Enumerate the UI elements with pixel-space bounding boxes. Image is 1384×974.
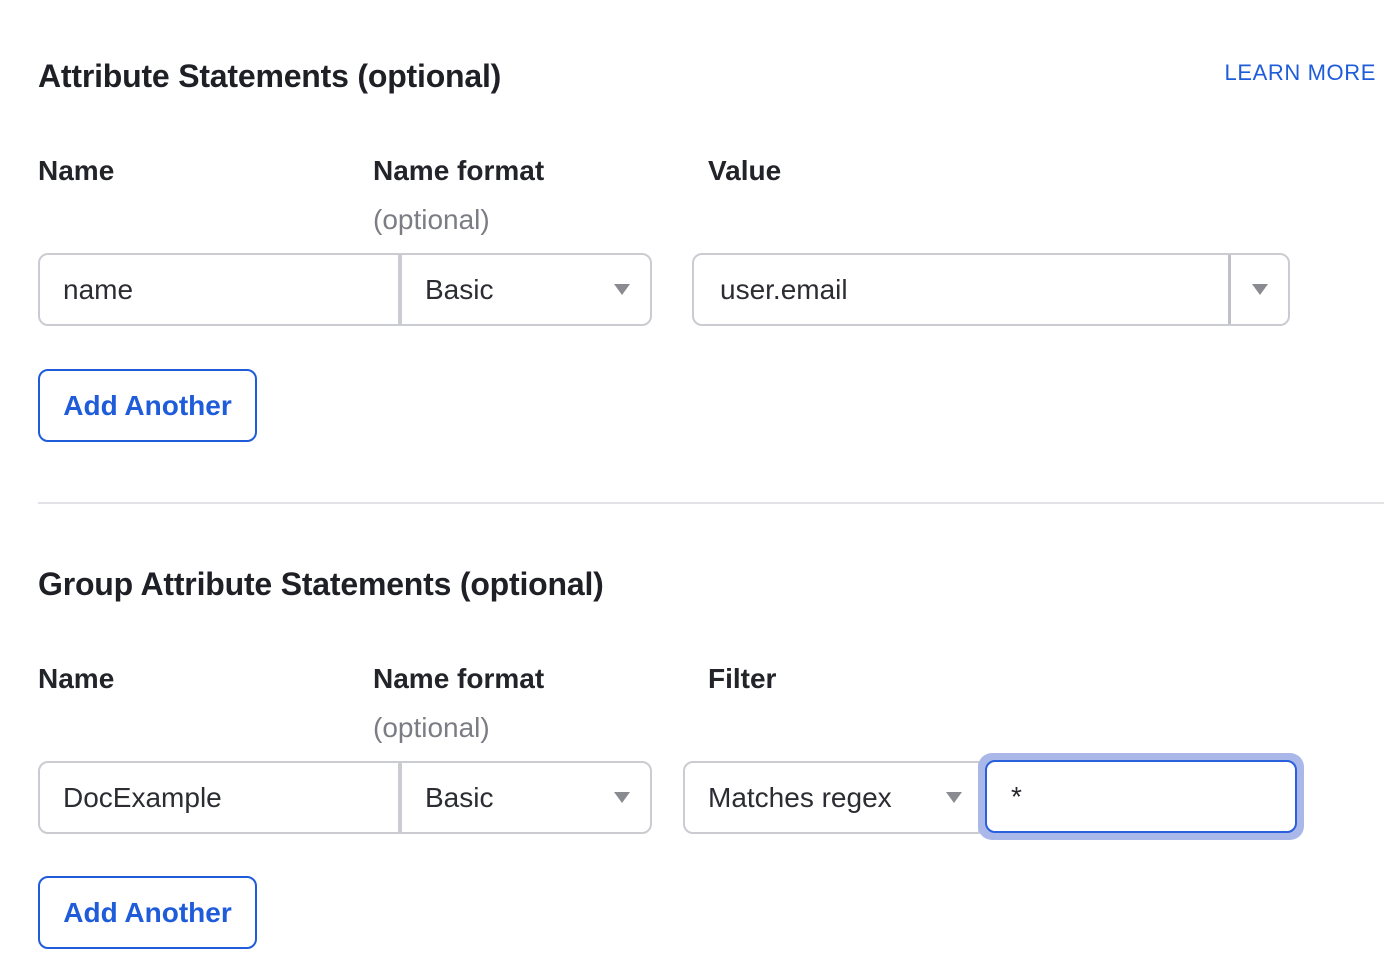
learn-more-link[interactable]: LEARN MORE [1225,60,1376,86]
attr-value-combobox[interactable] [692,253,1290,326]
filter-value-focus-ring [978,753,1304,840]
group-filter-type-select[interactable]: Matches regex [683,761,980,834]
group-filter-label: Filter [708,663,776,695]
attr-name-label: Name [38,155,114,187]
attr-value-label: Value [708,155,781,187]
group-name-format-select[interactable]: Basic [400,761,652,834]
saml-settings-form: Attribute Statements (optional) LEARN MO… [0,0,1384,974]
group-attribute-statements-title: Group Attribute Statements (optional) [38,566,604,603]
attr-name-format-label: Name format [373,155,544,187]
chevron-down-icon [614,792,630,803]
chevron-down-icon [1252,284,1268,295]
attribute-statements-title: Attribute Statements (optional) [38,58,501,95]
attr-name-format-selected-value: Basic [425,274,493,306]
group-filter-value-input[interactable] [985,760,1297,833]
add-another-attribute-button[interactable]: Add Another [38,369,257,442]
group-name-format-optional-note: (optional) [373,712,490,744]
attr-name-format-select[interactable]: Basic [400,253,652,326]
attr-value-input[interactable] [694,255,1228,324]
group-name-format-selected-value: Basic [425,782,493,814]
group-name-input[interactable] [38,761,400,834]
add-another-group-attribute-button[interactable]: Add Another [38,876,257,949]
attr-value-dropdown-button[interactable] [1231,255,1288,324]
chevron-down-icon [946,792,962,803]
attr-name-format-optional-note: (optional) [373,204,490,236]
section-divider [38,502,1384,504]
chevron-down-icon [614,284,630,295]
attr-name-input[interactable] [38,253,400,326]
group-name-format-label: Name format [373,663,544,695]
group-filter-type-selected-value: Matches regex [708,782,892,814]
group-name-label: Name [38,663,114,695]
